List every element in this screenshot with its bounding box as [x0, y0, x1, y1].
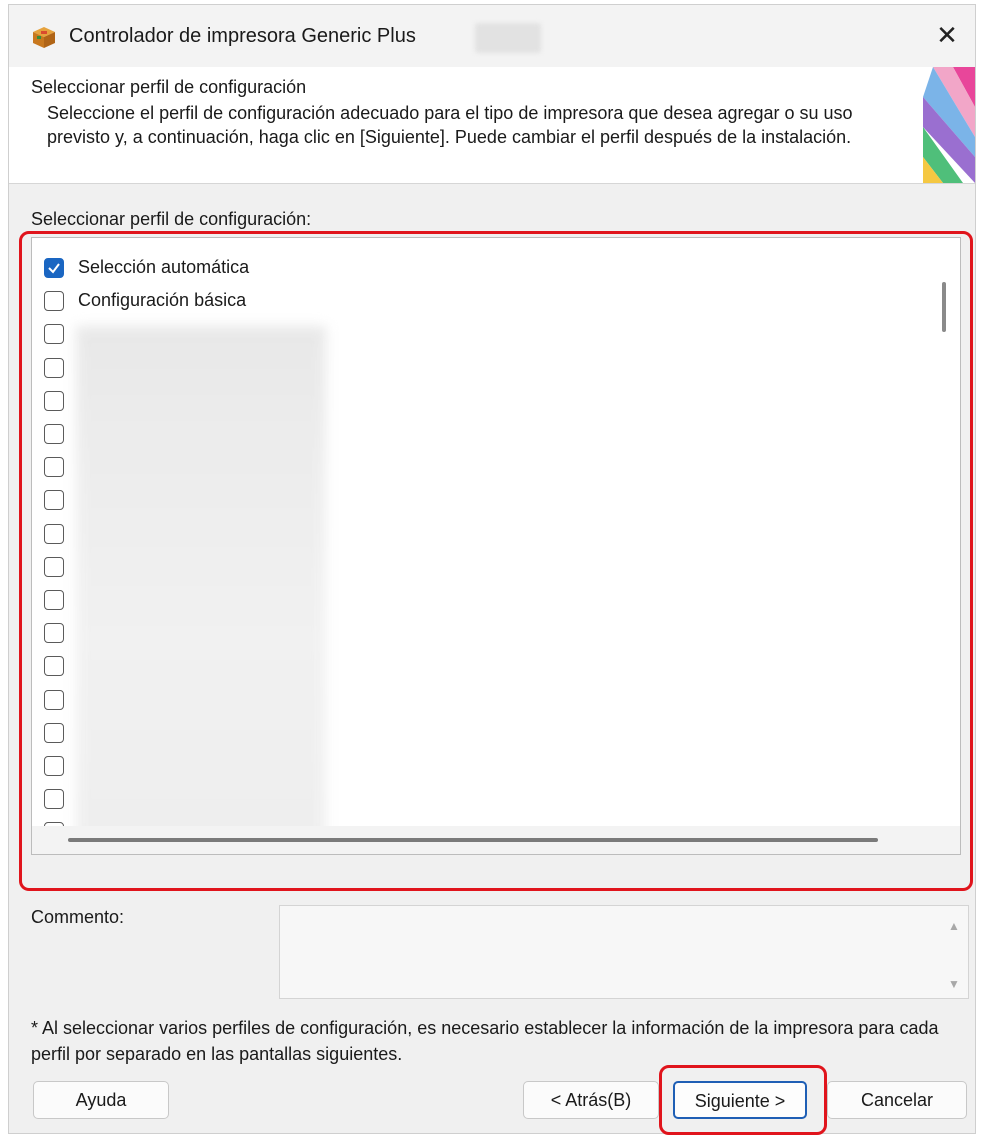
redacted-profile-names — [76, 326, 326, 846]
header-band: Seleccionar perfil de configuración Sele… — [9, 67, 975, 184]
help-button[interactable]: Ayuda — [33, 1081, 169, 1119]
checkbox[interactable] — [44, 357, 64, 378]
horizontal-scroll-thumb[interactable] — [68, 838, 878, 842]
checkmark-icon — [48, 263, 60, 274]
checkbox[interactable] — [44, 490, 64, 511]
checkbox[interactable] — [44, 457, 64, 478]
profile-list-item[interactable]: Configuración básica — [42, 285, 922, 317]
profile-list-item[interactable]: Selección automática — [42, 252, 922, 284]
profile-item-label: Configuración básica — [78, 290, 247, 311]
checkbox[interactable] — [44, 291, 64, 312]
horizontal-scrollbar[interactable] — [32, 826, 960, 854]
redacted-model-name — [475, 23, 541, 53]
header-title: Seleccionar perfil de configuración — [31, 77, 307, 97]
profile-item-label: Selección automática — [78, 257, 250, 277]
checkbox[interactable] — [44, 523, 64, 544]
checkbox[interactable] — [44, 789, 64, 810]
scroll-down-arrow-icon[interactable]: ▼ — [946, 976, 962, 992]
next-button[interactable]: Siguiente > — [673, 1081, 807, 1119]
checkbox[interactable] — [44, 623, 64, 644]
window-title: Controlador de impresora Generic Plus — [69, 25, 416, 47]
checkbox[interactable] — [44, 424, 64, 444]
installer-window: Controlador de impresora Generic Plus ✕ … — [8, 4, 976, 1135]
checkbox-checked[interactable] — [44, 258, 64, 278]
checkbox[interactable] — [44, 756, 64, 776]
close-button[interactable]: ✕ — [929, 17, 965, 53]
scroll-up-arrow-icon[interactable]: ▲ — [946, 918, 962, 934]
comment-field[interactable]: ▲ ▼ — [279, 905, 969, 999]
title-bar: Controlador de impresora Generic Plus ✕ — [9, 5, 975, 67]
profile-list[interactable]: Selección automática Configuración básica — [31, 237, 961, 855]
package-icon — [33, 27, 55, 48]
checkbox[interactable] — [44, 722, 64, 743]
comment-label: Commento: — [31, 907, 125, 927]
vertical-scrollbar[interactable] — [942, 282, 946, 332]
cancel-button[interactable]: Cancelar — [827, 1081, 967, 1119]
checkbox[interactable] — [44, 689, 64, 710]
back-button[interactable]: < Atrás(B) — [523, 1081, 659, 1119]
decorative-ribbon-graphic — [923, 67, 975, 183]
checkbox[interactable] — [44, 590, 64, 610]
header-description: Seleccione el perfil de configuración ad… — [47, 103, 853, 147]
checkbox[interactable] — [44, 556, 64, 577]
checkbox[interactable] — [44, 324, 64, 345]
checkbox[interactable] — [44, 656, 64, 677]
multi-profile-note: * Al seleccionar varios perfiles de conf… — [31, 1018, 939, 1064]
profile-list-label: Seleccionar perfil de configuración: — [31, 209, 312, 229]
checkbox[interactable] — [44, 390, 64, 411]
